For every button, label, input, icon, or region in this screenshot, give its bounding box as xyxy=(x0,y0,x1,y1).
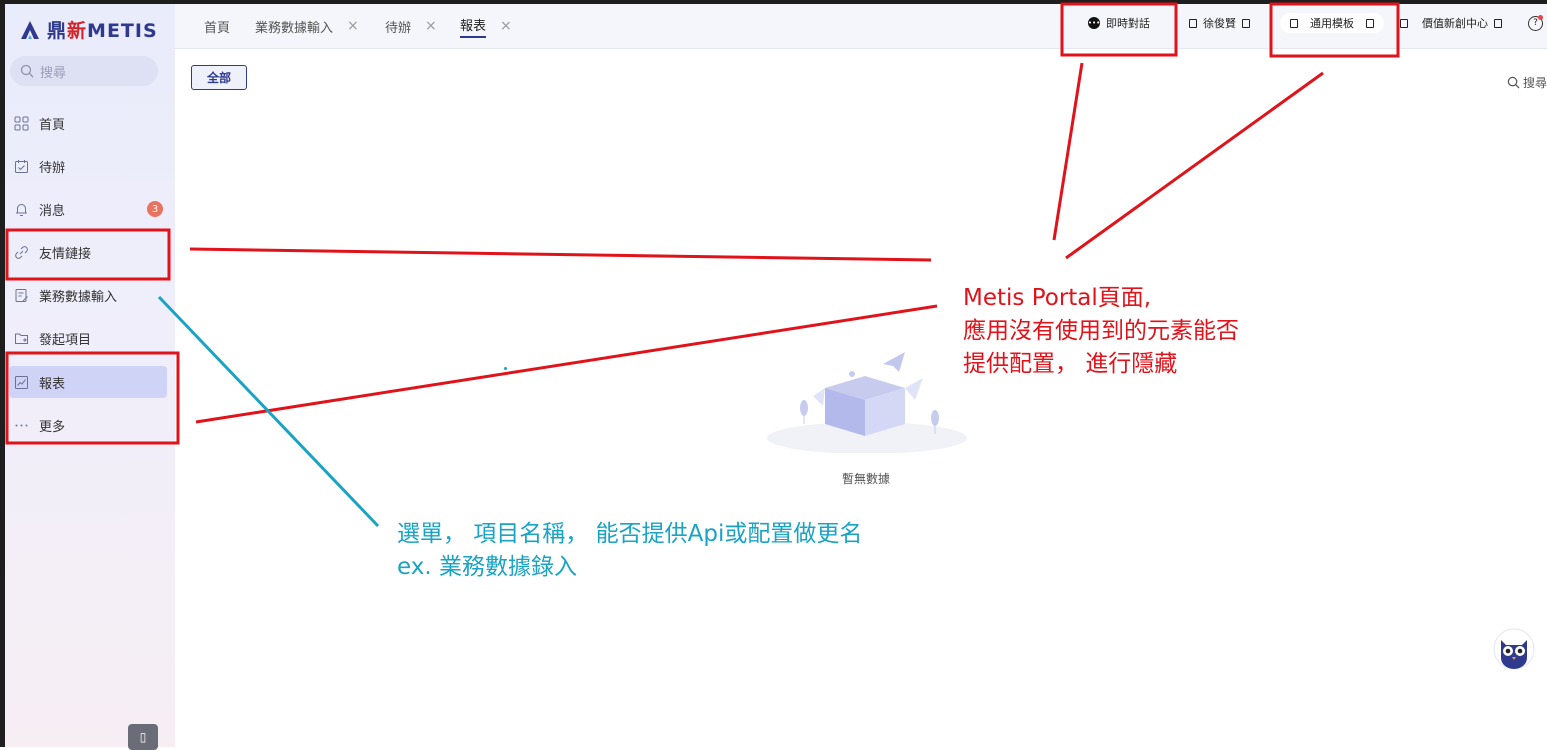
placeholder-glyph-icon xyxy=(1494,18,1502,28)
instant-chat-button[interactable]: ••• 即時對話 xyxy=(1088,12,1150,34)
red-note-line: Metis Portal頁面, xyxy=(963,285,1152,311)
tab-label: 報表 xyxy=(460,15,487,38)
close-icon[interactable]: × xyxy=(347,18,359,34)
value-center-label: 價值新創中心 xyxy=(1422,17,1488,30)
chat-bubble-icon: ••• xyxy=(1087,17,1101,29)
chart-icon xyxy=(13,374,29,390)
filter-all-button[interactable]: 全部 xyxy=(191,65,247,90)
arrow-chat xyxy=(1052,62,1084,241)
user-name: 徐俊賢 xyxy=(1203,17,1236,30)
sidebar: 鼎新METIS 搜尋 首頁 待辦 消息 3 友情鏈接 業務數據輸入 發起項目 報… xyxy=(5,4,175,750)
assistant-owl-icon[interactable] xyxy=(1493,628,1535,670)
placeholder-glyph-icon xyxy=(1189,18,1197,28)
instant-chat-label: 即時對話 xyxy=(1106,17,1150,30)
grid-icon xyxy=(13,115,29,131)
canvas-marker-dot xyxy=(504,367,507,370)
sidebar-search-placeholder: 搜尋 xyxy=(40,65,67,81)
logo-text: 鼎新METIS xyxy=(47,16,158,43)
placeholder-glyph-icon xyxy=(1242,18,1250,28)
search-icon xyxy=(1507,76,1520,89)
tab-label: 業務數據輸入 xyxy=(255,20,334,36)
template-switcher[interactable]: 通用模板 xyxy=(1280,12,1384,34)
placeholder-glyph-icon xyxy=(1290,18,1298,28)
arrow-menu-rename xyxy=(157,295,380,528)
link-icon xyxy=(13,244,29,260)
empty-state-text: 暫無數據 xyxy=(842,472,891,486)
logo-cn-b: 新 xyxy=(67,20,88,42)
bell-icon xyxy=(13,201,29,217)
value-center-menu[interactable]: 價值新創中心 xyxy=(1400,12,1502,34)
sidebar-item-business-data-input[interactable]: 業務數據輸入 xyxy=(9,279,167,311)
tab-label: 首頁 xyxy=(204,20,231,36)
sidebar-item-reports[interactable]: 報表 xyxy=(9,366,167,398)
user-menu[interactable]: 徐俊賢 xyxy=(1189,12,1250,34)
sidebar-item-start-project[interactable]: 發起項目 xyxy=(9,322,167,354)
empty-box-illustration xyxy=(767,352,967,453)
logo-cn-a: 鼎 xyxy=(47,20,68,42)
logo-mark-icon xyxy=(21,20,39,39)
sidebar-collapse-button[interactable]: ▯ xyxy=(128,724,158,750)
tab-home[interactable]: 首頁 xyxy=(204,4,230,48)
unread-badge: 3 xyxy=(147,201,163,217)
sidebar-item-label: 消息 xyxy=(39,203,66,219)
sidebar-item-label: 友情鏈接 xyxy=(39,246,92,262)
content-search-button[interactable]: 搜尋 xyxy=(1507,74,1547,91)
sidebar-item-todo[interactable]: 待辦 xyxy=(9,150,167,182)
more-dots-icon xyxy=(13,417,29,433)
red-annotation-note: Metis Portal頁面, 應用沒有使用到的元素能否 提供配置， 進行隱藏 xyxy=(963,282,1239,381)
red-note-line: 提供配置， 進行隱藏 xyxy=(963,351,1178,377)
sidebar-item-label: 首頁 xyxy=(39,117,66,133)
search-icon xyxy=(20,64,34,78)
sidebar-item-label: 業務數據輸入 xyxy=(39,289,118,305)
notification-dot xyxy=(1538,15,1543,20)
tab-label: 待辦 xyxy=(385,20,412,36)
sidebar-item-friendly-links[interactable]: 友情鏈接 xyxy=(9,236,167,268)
logo[interactable]: 鼎新METIS xyxy=(19,16,158,43)
tab-todo[interactable]: 待辦 × xyxy=(385,4,437,48)
close-icon[interactable]: × xyxy=(500,18,512,34)
folder-icon xyxy=(13,330,29,346)
sidebar-item-label: 報表 xyxy=(39,376,66,392)
placeholder-glyph-icon xyxy=(1400,18,1408,28)
template-label: 通用模板 xyxy=(1310,17,1354,30)
edit-doc-icon xyxy=(13,287,29,303)
arrow-template xyxy=(1065,71,1324,260)
sidebar-item-label: 更多 xyxy=(39,419,66,435)
sidebar-item-messages[interactable]: 消息 3 xyxy=(9,193,167,225)
sidebar-item-label: 發起項目 xyxy=(39,332,92,348)
arrow-links xyxy=(189,247,932,262)
blue-note-line: 選單， 項目名稱， 能否提供Api或配置做更名 xyxy=(397,521,863,547)
logo-en: METIS xyxy=(87,20,158,42)
tab-reports[interactable]: 報表 × xyxy=(460,4,512,48)
placeholder-glyph-icon xyxy=(1366,18,1374,28)
blue-annotation-note: 選單， 項目名稱， 能否提供Api或配置做更名 ex. 業務數據錄入 xyxy=(397,518,862,584)
red-note-line: 應用沒有使用到的元素能否 xyxy=(963,318,1239,344)
calendar-check-icon xyxy=(13,158,29,174)
blue-note-line: ex. 業務數據錄入 xyxy=(397,554,577,580)
close-icon[interactable]: × xyxy=(425,18,437,34)
sidebar-item-more[interactable]: 更多 xyxy=(9,409,167,441)
tab-business-data-input[interactable]: 業務數據輸入 × xyxy=(255,4,359,48)
sidebar-item-home[interactable]: 首頁 xyxy=(9,107,167,139)
sidebar-search[interactable]: 搜尋 xyxy=(10,56,158,86)
sidebar-item-label: 待辦 xyxy=(39,160,66,176)
content-search-label: 搜尋 xyxy=(1523,76,1547,90)
